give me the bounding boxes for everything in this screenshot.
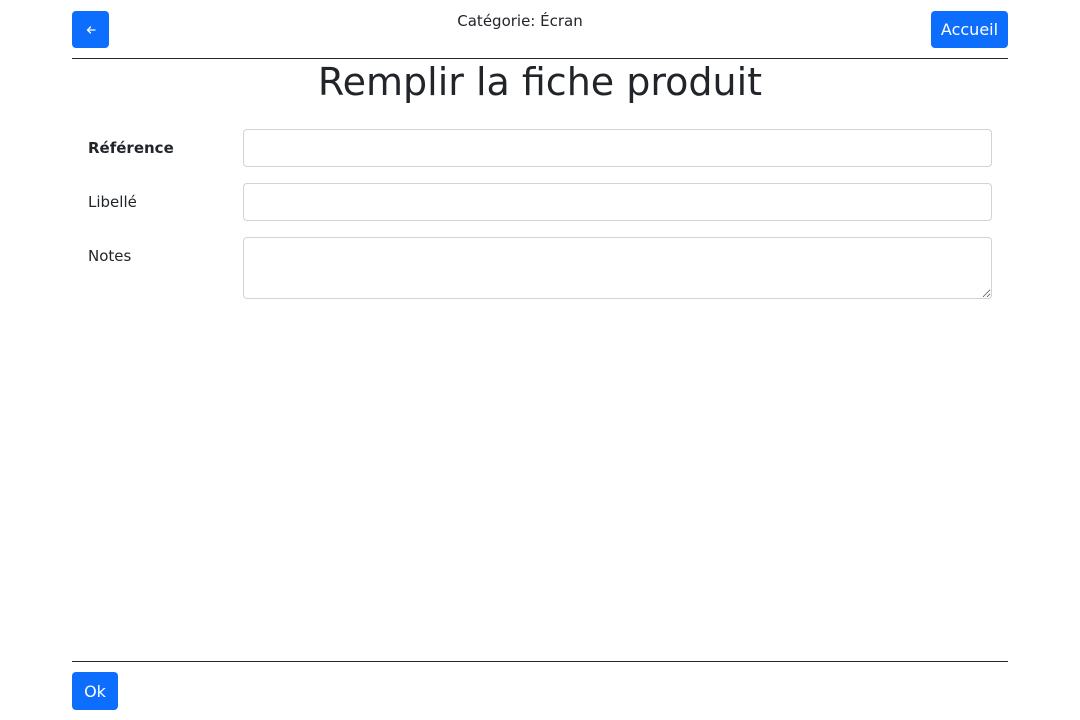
notes-label: Notes [88,247,132,265]
page-title: Remplir la fiche produit [317,60,763,104]
notes-textarea[interactable] [243,237,992,299]
libelle-label: Libellé [88,193,137,211]
product-form-page: Catégorie: Écran Accueil Remplir la fich… [0,0,1080,720]
category-label: Catégorie: Écran [457,12,583,30]
home-button[interactable]: Accueil [931,11,1008,48]
footer-divider [72,661,1008,662]
ok-button[interactable]: Ok [72,672,118,710]
reference-input[interactable] [243,129,992,167]
libelle-input[interactable] [243,183,992,221]
reference-label: Référence [88,139,174,157]
